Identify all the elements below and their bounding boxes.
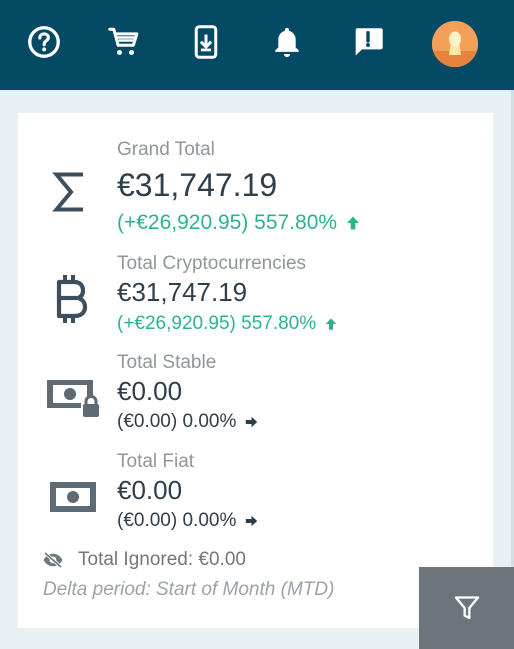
crypto-total-value: €31,747.19 — [117, 277, 248, 307]
stable-total-label: Total Stable — [117, 352, 217, 373]
cash-icon — [49, 481, 97, 513]
stable-total-row: Total Stable €0.00 (€0.00) 0.00% — [18, 352, 493, 442]
delta-period: Delta period: Start of Month (MTD) — [43, 579, 335, 600]
feedback-button[interactable] — [348, 22, 388, 62]
fiat-total-row: Total Fiat €0.00 (€0.00) 0.00% — [18, 451, 493, 541]
crypto-total-delta-text: (+€26,920.95) 557.80% — [117, 313, 317, 334]
mobile-download-icon — [194, 25, 218, 59]
sigma-icon — [50, 169, 90, 215]
arrow-right-icon — [244, 514, 259, 528]
total-ignored-label: Total Ignored: €0.00 — [78, 549, 246, 570]
feedback-icon — [355, 28, 383, 56]
crypto-total-delta: (+€26,920.95) 557.80% — [117, 313, 338, 335]
stable-total-value: €0.00 — [117, 376, 183, 406]
fiat-total-delta-text: (€0.00) 0.00% — [117, 510, 237, 531]
filter-button[interactable] — [419, 567, 514, 649]
bitcoin-icon — [52, 273, 92, 325]
top-app-bar — [0, 0, 514, 90]
arrow-up-icon — [324, 317, 338, 331]
arrow-up-icon — [345, 215, 361, 231]
stable-total-delta: (€0.00) 0.00% — [117, 411, 259, 433]
mobile-app-button[interactable] — [186, 22, 226, 62]
grand-total-value: €31,747.19 — [117, 167, 278, 203]
eye-off-icon — [42, 552, 64, 568]
total-ignored: Total Ignored: €0.00 — [42, 549, 246, 571]
cart-button[interactable] — [104, 22, 144, 62]
notifications-button[interactable] — [267, 22, 307, 62]
crypto-total-label: Total Cryptocurrencies — [117, 253, 307, 274]
grand-total-label: Grand Total — [117, 139, 215, 160]
help-button[interactable] — [24, 22, 64, 62]
crypto-total-row: Total Cryptocurrencies €31,747.19 (+€26,… — [18, 253, 493, 343]
grand-total-delta-text: (+€26,920.95) 557.80% — [117, 211, 338, 234]
filter-icon — [454, 596, 479, 620]
portfolio-summary-card: Grand Total €31,747.19 (+€26,920.95) 557… — [18, 113, 493, 628]
stable-total-delta-text: (€0.00) 0.00% — [117, 411, 237, 432]
arrow-right-icon — [244, 415, 259, 429]
fiat-total-delta: (€0.00) 0.00% — [117, 510, 259, 532]
cart-icon — [108, 27, 139, 56]
bell-icon — [275, 27, 299, 57]
fiat-total-value: €0.00 — [117, 475, 183, 505]
user-avatar[interactable] — [432, 21, 478, 67]
fiat-total-label: Total Fiat — [117, 451, 195, 472]
avatar-icon — [432, 21, 478, 67]
cash-lock-icon — [45, 378, 103, 420]
grand-total-row: Grand Total €31,747.19 (+€26,920.95) 557… — [18, 137, 493, 237]
grand-total-delta: (+€26,920.95) 557.80% — [117, 211, 361, 235]
help-icon — [28, 26, 60, 58]
